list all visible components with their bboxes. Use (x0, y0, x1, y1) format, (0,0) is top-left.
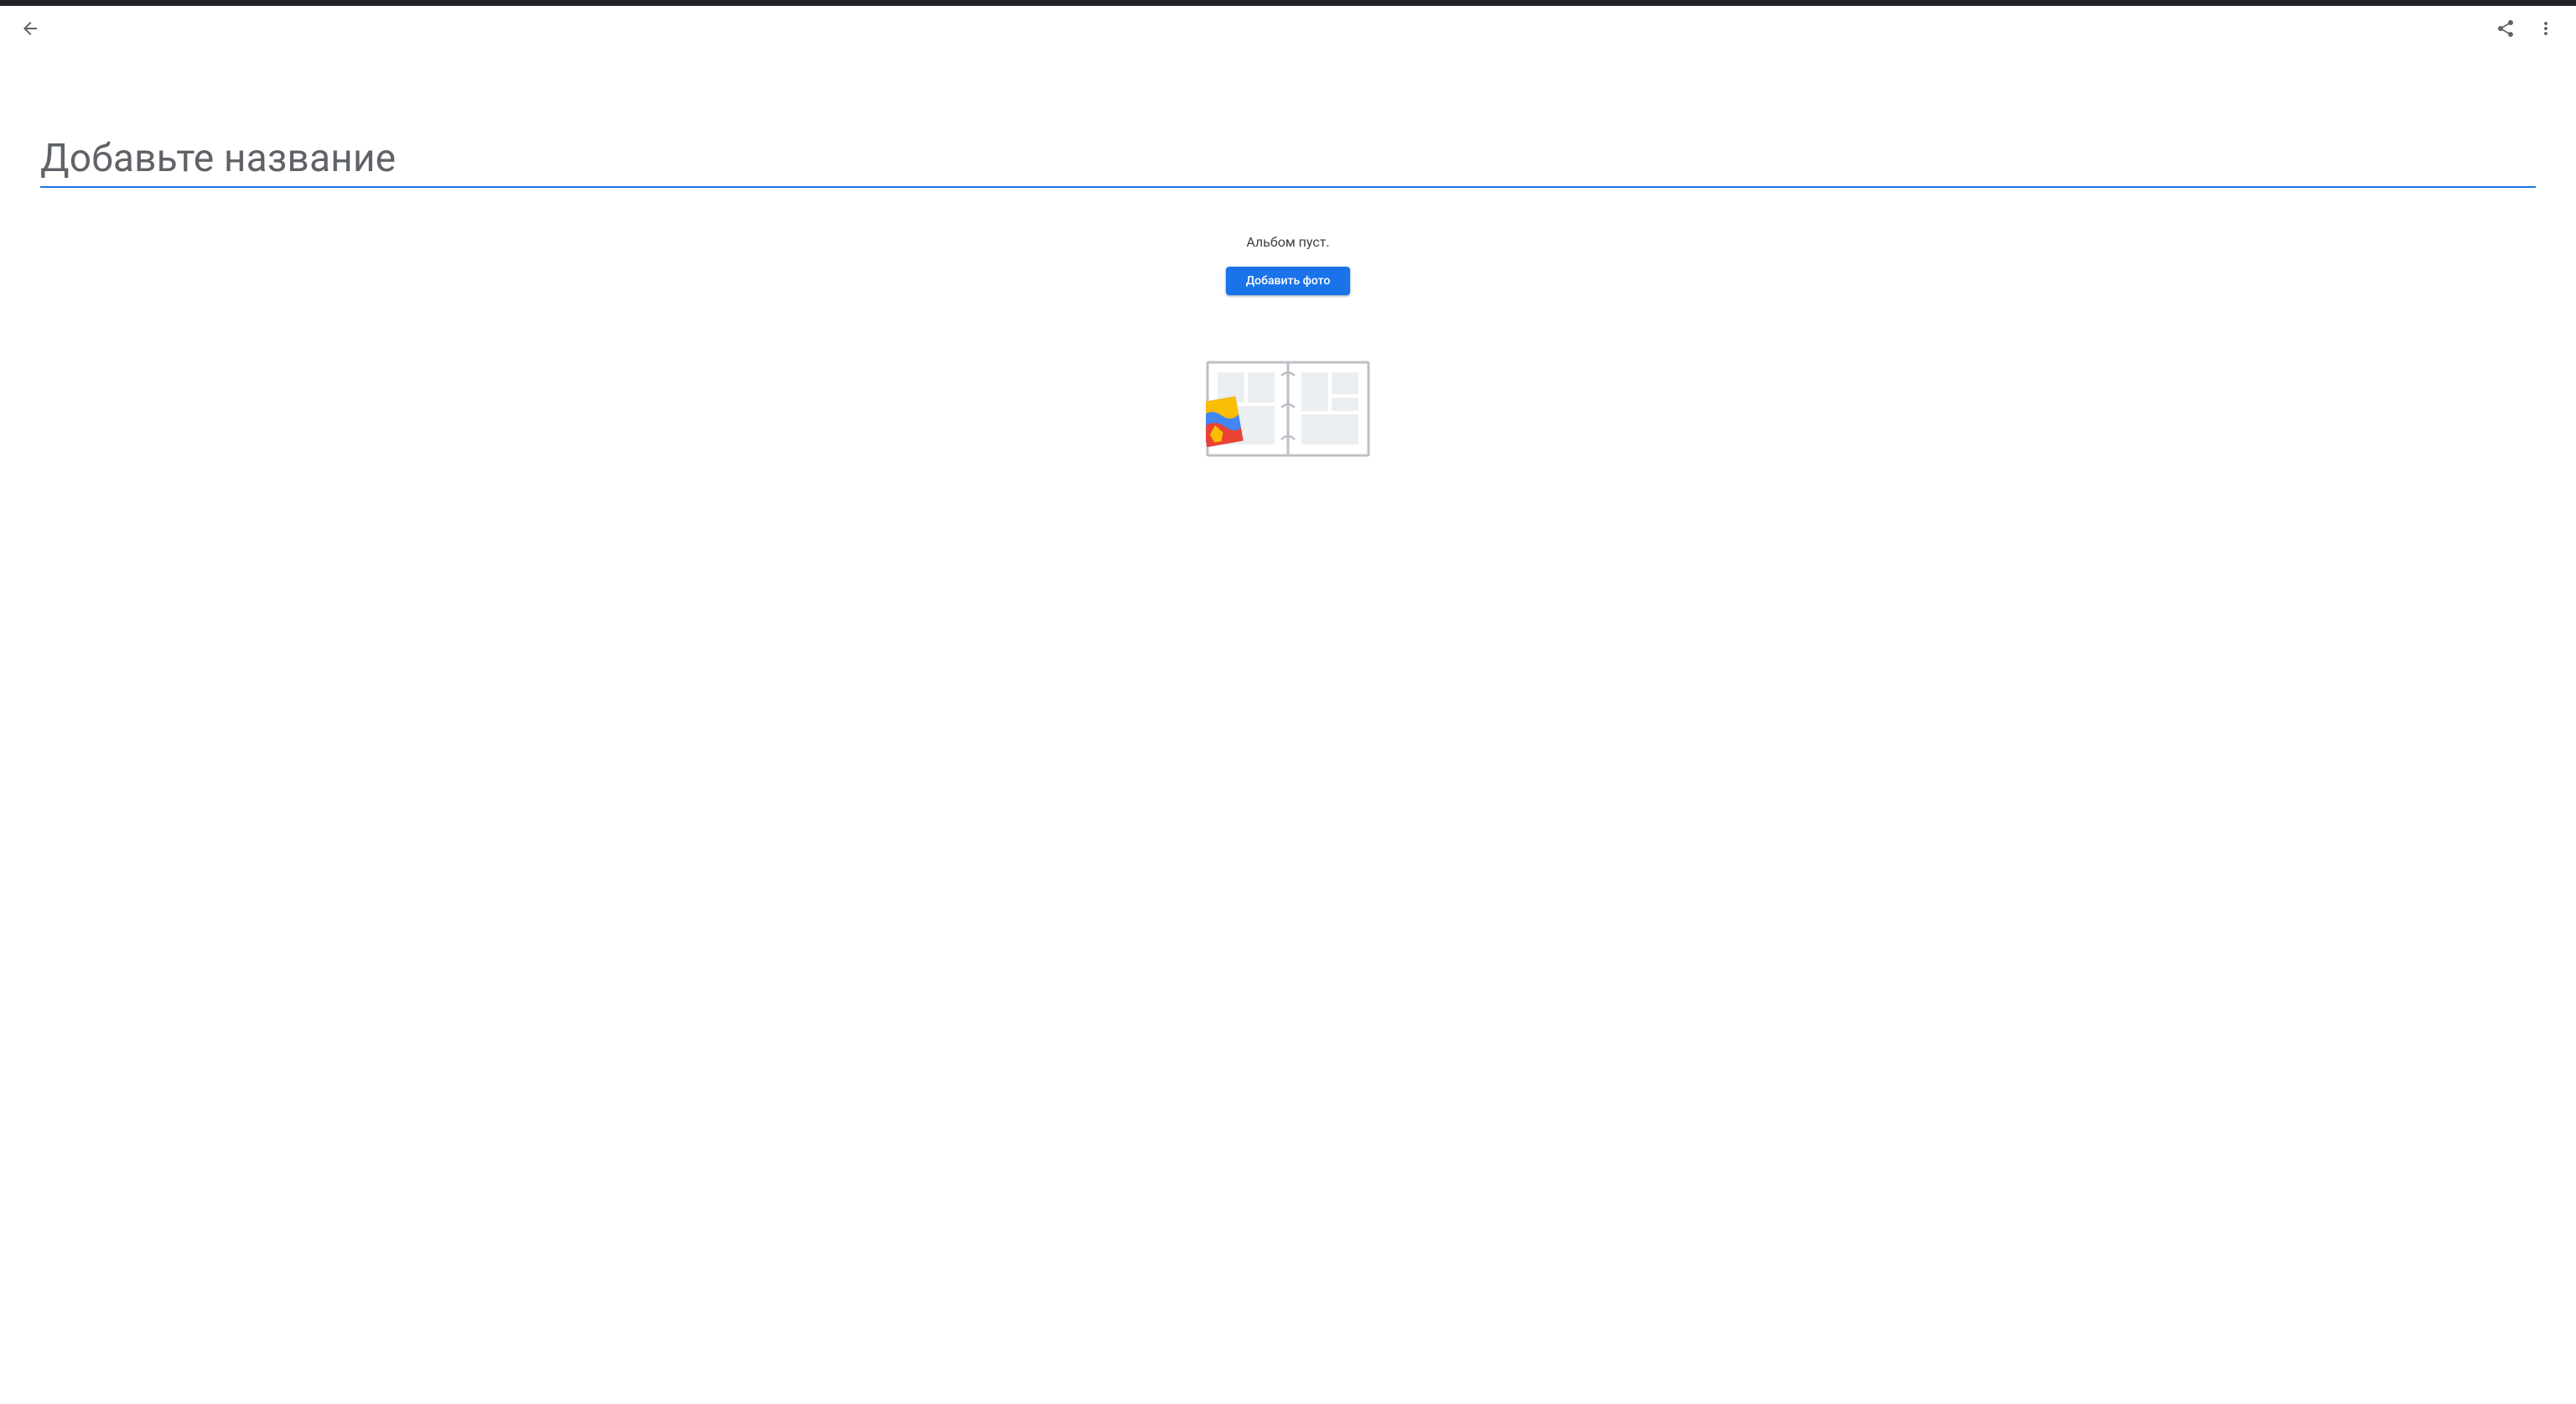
browser-chrome-strip (0, 0, 2576, 6)
header-right (2489, 13, 2563, 46)
arrow-left-icon (20, 18, 40, 41)
share-button[interactable] (2489, 13, 2522, 46)
empty-album-illustration (40, 361, 2536, 457)
title-field-wrapper (40, 133, 2536, 188)
header-bar (0, 6, 2576, 53)
empty-state: Альбом пуст. Добавить фото (40, 234, 2536, 457)
add-photo-button[interactable]: Добавить фото (1226, 267, 1351, 295)
album-book-icon (1206, 361, 1370, 457)
empty-state-message: Альбом пуст. (40, 234, 2536, 250)
header-left (13, 13, 47, 46)
album-title-input[interactable] (40, 133, 2536, 188)
back-button[interactable] (13, 13, 47, 46)
more-options-button[interactable] (2529, 13, 2563, 46)
more-vertical-icon (2536, 18, 2556, 41)
main-content: Альбом пуст. Добавить фото (0, 133, 2576, 457)
share-icon (2496, 18, 2516, 41)
